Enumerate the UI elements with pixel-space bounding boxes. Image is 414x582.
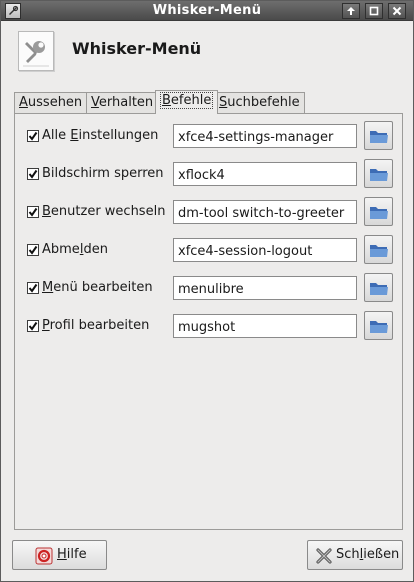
switchuser-command-input[interactable]: [173, 200, 357, 224]
lockscreen-checkbox[interactable]: [27, 168, 39, 180]
logout-command-input[interactable]: [173, 238, 357, 262]
menueditor-command-input[interactable]: [173, 276, 357, 300]
menueditor-browse-button[interactable]: [364, 273, 393, 302]
close-button[interactable]: Schließen: [307, 540, 403, 570]
profile-browse-button[interactable]: [364, 311, 393, 340]
window-up-icon[interactable]: [342, 3, 360, 19]
lockscreen-browse-button[interactable]: [364, 159, 393, 188]
tab-focus-ring: Befehle: [160, 92, 214, 109]
tab-accel: V: [91, 95, 99, 110]
command-row-lockscreen: Bildschirm sperren: [15, 159, 404, 189]
page-title: Whisker-Menü: [72, 39, 202, 58]
settings-command-input[interactable]: [173, 124, 357, 148]
settings-checkbox[interactable]: [27, 130, 39, 142]
tab-label: efehle: [170, 93, 212, 108]
help-button-label: Hilfe: [57, 547, 87, 562]
command-row-menueditor: Menü bearbeiten: [15, 273, 404, 303]
switchuser-label: Benutzer wechseln: [42, 204, 166, 219]
profile-command-input[interactable]: [173, 314, 357, 338]
commands-panel: Alle Einstellungen Bildschirm sperren Be…: [14, 113, 403, 530]
settings-browse-button[interactable]: [364, 121, 393, 150]
profile-label: Profil bearbeiten: [42, 318, 150, 333]
switchuser-browse-button[interactable]: [364, 197, 393, 226]
close-x-icon: [316, 548, 332, 564]
tab-verhalten[interactable]: Verhalten: [86, 92, 159, 113]
command-row-settings: Alle Einstellungen: [15, 121, 404, 151]
whisker-menu-settings-window: Whisker-Menü Whisker-Menü Aussehen Verha…: [0, 0, 414, 582]
menueditor-label: Menü bearbeiten: [42, 280, 153, 295]
help-button[interactable]: Hilfe: [12, 540, 107, 570]
tab-label: erhalten: [98, 95, 154, 110]
tab-suchbefehle[interactable]: Suchbefehle: [214, 92, 305, 113]
lockscreen-command-input[interactable]: [173, 162, 357, 186]
title-bar[interactable]: Whisker-Menü: [1, 1, 413, 21]
tab-aussehen[interactable]: Aussehen: [14, 92, 88, 113]
command-row-logout: Abmelden: [15, 235, 404, 265]
profile-checkbox[interactable]: [27, 320, 39, 332]
logout-checkbox[interactable]: [27, 244, 39, 256]
settings-label: Alle Einstellungen: [42, 128, 159, 143]
tab-label: uchbefehle: [227, 95, 300, 110]
settings-tool-icon: [18, 31, 54, 71]
menueditor-checkbox[interactable]: [27, 282, 39, 294]
logout-label: Abmelden: [42, 242, 108, 257]
help-lifebuoy-icon: [35, 547, 53, 565]
tab-label: ussehen: [27, 95, 83, 110]
command-row-switchuser: Benutzer wechseln: [15, 197, 404, 227]
tab-befehle[interactable]: Befehle: [155, 90, 219, 114]
window-maximize-icon[interactable]: [365, 3, 383, 19]
command-row-profile: Profil bearbeiten: [15, 311, 404, 341]
logout-browse-button[interactable]: [364, 235, 393, 264]
tab-accel: A: [19, 95, 28, 110]
lockscreen-label: Bildschirm sperren: [42, 166, 164, 181]
close-button-label: Schließen: [336, 547, 400, 562]
switchuser-checkbox[interactable]: [27, 206, 39, 218]
window-close-icon[interactable]: [388, 3, 406, 19]
tab-accel: B: [162, 93, 171, 108]
